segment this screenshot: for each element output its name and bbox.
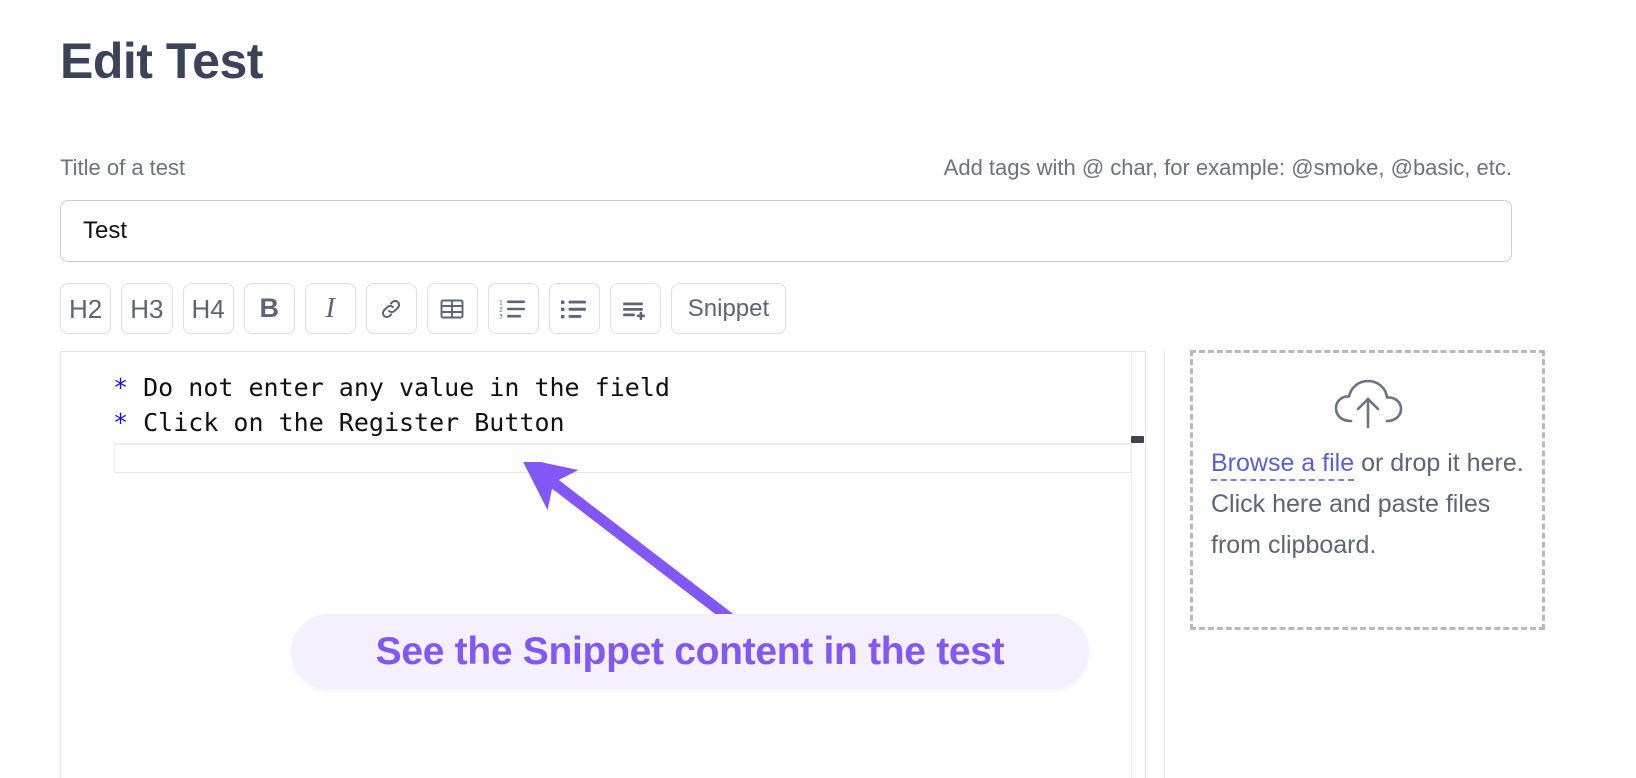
editor-content: * Do not enter any value in the field * … [113, 370, 670, 440]
svg-text:3: 3 [499, 313, 503, 320]
italic-button[interactable]: I [304, 283, 356, 334]
ordered-list-button[interactable]: 1 2 3 [487, 283, 539, 334]
cloud-upload-icon [1211, 377, 1524, 431]
table-icon [439, 297, 465, 321]
svg-text:1: 1 [499, 299, 503, 306]
bulleted-list-icon [560, 297, 588, 321]
test-title-input[interactable] [60, 200, 1512, 262]
add-line-icon [621, 297, 649, 321]
heading-2-label: H2 [69, 293, 103, 324]
paste-clipboard-text: Click here and paste files from clipboar… [1211, 490, 1491, 559]
annotation-callout-text: See the Snippet content in the test [375, 629, 1005, 673]
editor-line-1: Do not enter any value in the field [143, 373, 670, 402]
page-title: Edit Test [60, 33, 263, 89]
link-button[interactable] [365, 283, 417, 334]
browse-file-link[interactable]: Browse a file [1211, 449, 1355, 481]
bullet-marker: * [113, 408, 129, 437]
editor-scrollbar[interactable] [1131, 352, 1145, 778]
add-line-button[interactable] [609, 283, 661, 334]
bulleted-list-button[interactable] [548, 283, 600, 334]
snippet-content-row[interactable] [114, 443, 1144, 473]
svg-text:2: 2 [499, 306, 503, 313]
heading-3-label: H3 [130, 293, 164, 324]
editor-toolbar: H2 H3 H4 B I 1 2 3 Snippet [60, 283, 787, 334]
title-label-row: Title of a test Add tags with @ char, fo… [60, 155, 1512, 181]
bullet-marker: * [113, 373, 129, 402]
file-dropzone[interactable]: Browse a file or drop it here. Click her… [1190, 350, 1545, 630]
drop-here-text: or drop it here. [1361, 449, 1524, 477]
title-field-label: Title of a test [60, 155, 186, 180]
heading-4-label: H4 [191, 293, 225, 324]
link-icon [378, 296, 404, 322]
bold-button[interactable]: B [243, 283, 295, 334]
editor-scrollbar-thumb[interactable] [1131, 436, 1144, 443]
table-button[interactable] [426, 283, 478, 334]
heading-3-button[interactable]: H3 [121, 283, 173, 334]
panel-divider [1164, 351, 1165, 778]
editor-line-2: Click on the Register Button [143, 408, 565, 437]
italic-label: I [325, 292, 335, 324]
snippet-button[interactable]: Snippet [670, 283, 787, 334]
annotation-callout: See the Snippet content in the test [291, 614, 1089, 689]
test-steps-editor[interactable]: * Do not enter any value in the field * … [60, 351, 1146, 778]
ordered-list-icon: 1 2 3 [499, 297, 527, 321]
heading-4-button[interactable]: H4 [182, 283, 234, 334]
tags-hint-text: Add tags with @ char, for example: @smok… [943, 155, 1512, 180]
bold-label: B [259, 293, 280, 323]
snippet-label: Snippet [687, 294, 770, 322]
edit-test-page: Edit Test Title of a test Add tags with … [0, 0, 1636, 778]
dropzone-text: Browse a file or drop it here. Click her… [1211, 443, 1524, 566]
heading-2-button[interactable]: H2 [60, 283, 112, 334]
